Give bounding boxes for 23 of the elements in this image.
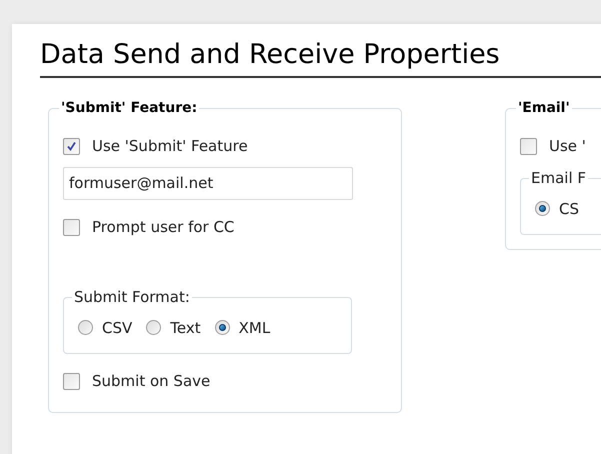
radio-label: CSV	[102, 318, 132, 338]
checkbox[interactable]	[520, 138, 537, 154]
section-legend: 'Submit' Feature:	[59, 98, 200, 119]
checkbox-label: Submit on Save	[92, 370, 210, 392]
radio-button[interactable]	[535, 201, 550, 216]
group-legend: Submit Format:	[72, 286, 192, 308]
section-legend: 'Email'	[516, 98, 572, 119]
radio-button[interactable]	[146, 320, 162, 336]
page-title: Data Send and Receive Properties	[40, 38, 501, 72]
radio-label: Text	[170, 318, 201, 338]
checkbox-label: Prompt user for CC	[92, 216, 234, 238]
checkbox-label: Use '	[549, 136, 586, 157]
group-legend: Email F	[529, 167, 588, 190]
checkbox-label: Use 'Submit' Feature	[92, 136, 248, 157]
radio-label: XML	[238, 318, 270, 338]
checkbox[interactable]	[63, 372, 80, 390]
radio-label: CS	[559, 198, 579, 220]
checkbox[interactable]	[63, 218, 80, 236]
checkbox[interactable]	[63, 138, 80, 154]
email-field[interactable]: formuser@mail.net	[63, 167, 353, 200]
radio-button[interactable]	[214, 320, 230, 336]
check-icon	[66, 140, 77, 152]
radio-button[interactable]	[78, 320, 93, 336]
